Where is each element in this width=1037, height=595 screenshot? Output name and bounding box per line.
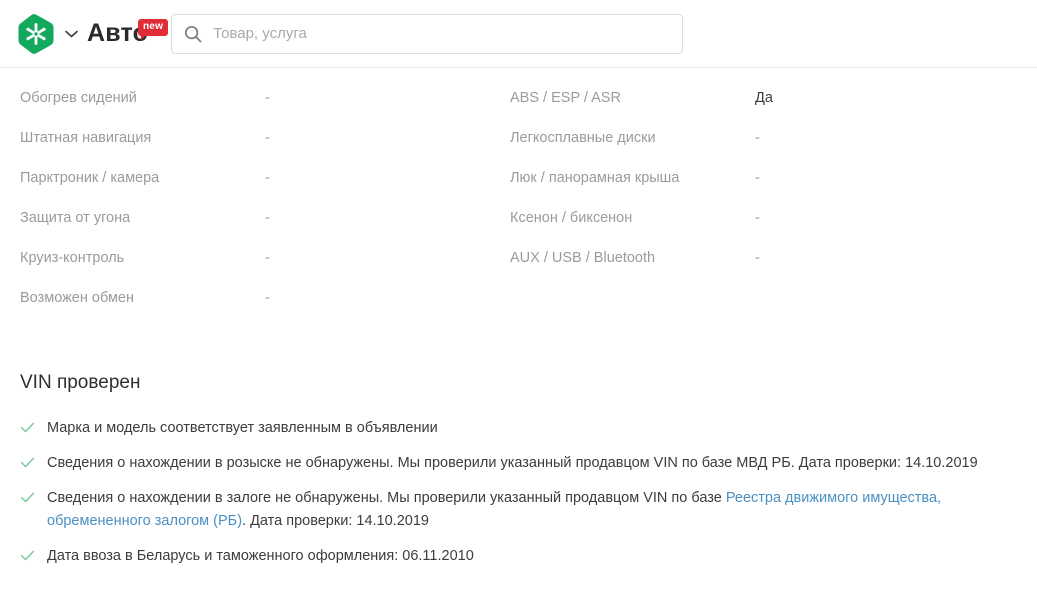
spec-label: ABS / ESP / ASR bbox=[510, 90, 621, 106]
vin-section-title: VIN проверен bbox=[20, 372, 141, 393]
spec-row: Возможен обмен - bbox=[20, 290, 510, 330]
spec-label: Обогрев сидений bbox=[20, 90, 137, 106]
spec-label: Круиз-контроль bbox=[20, 250, 125, 266]
vin-section: VIN проверен Марка и модель соответствуе… bbox=[20, 372, 1017, 568]
spec-label: Возможен обмен bbox=[20, 290, 134, 306]
vin-item-text-pre: Сведения о нахождении в розыске не обнар… bbox=[47, 454, 978, 471]
kufar-hexagon-logo-icon[interactable] bbox=[16, 13, 56, 55]
page-content: Обогрев сидений - Штатная навигация - Па… bbox=[0, 68, 1037, 568]
specs-right-column: ABS / ESP / ASR Да Легкосплавные диски -… bbox=[510, 90, 1010, 330]
spec-label: Штатная навигация bbox=[20, 130, 152, 146]
spec-value: - bbox=[265, 90, 270, 106]
spec-row: Люк / панорамная крыша - bbox=[510, 170, 1010, 210]
chevron-down-icon[interactable] bbox=[61, 24, 81, 44]
spec-row: Обогрев сидений - bbox=[20, 90, 510, 130]
spec-row: AUX / USB / Bluetooth - bbox=[510, 250, 1010, 290]
spec-value: - bbox=[265, 210, 270, 226]
vin-check-list: Марка и модель соответствует заявленным … bbox=[20, 417, 1017, 568]
brand-block[interactable]: Авто new bbox=[16, 13, 169, 55]
spec-value: Да bbox=[755, 90, 773, 106]
spec-label: AUX / USB / Bluetooth bbox=[510, 250, 656, 266]
search-bar[interactable] bbox=[171, 13, 684, 54]
spec-row: Защита от угона - bbox=[20, 210, 510, 250]
vin-item-text-pre: Дата ввоза в Беларусь и таможенного офор… bbox=[47, 547, 474, 564]
check-icon bbox=[20, 422, 35, 433]
site-header: Авто new bbox=[0, 0, 1037, 68]
new-badge: new bbox=[138, 18, 169, 40]
vin-item-text-post: . Дата проверки: 14.10.2019 bbox=[242, 512, 429, 529]
list-item: Сведения о нахождении в залоге не обнару… bbox=[20, 487, 1017, 533]
specs-table: Обогрев сидений - Штатная навигация - Па… bbox=[20, 68, 1017, 330]
specs-left-column: Обогрев сидений - Штатная навигация - Па… bbox=[20, 90, 510, 330]
spec-label: Парктроник / камера bbox=[20, 170, 160, 186]
vin-item-text: Сведения о нахождении в залоге не обнару… bbox=[47, 487, 1007, 533]
check-icon bbox=[20, 457, 35, 468]
spec-value: - bbox=[265, 250, 270, 266]
spec-row: Штатная навигация - bbox=[20, 130, 510, 170]
spec-row: Парктроник / камера - bbox=[20, 170, 510, 210]
spec-label: Защита от угона bbox=[20, 210, 131, 226]
vin-item-text: Сведения о нахождении в розыске не обнар… bbox=[47, 452, 978, 475]
check-icon bbox=[20, 492, 35, 503]
spec-value: - bbox=[265, 130, 270, 146]
search-icon bbox=[185, 25, 202, 42]
spec-value: - bbox=[755, 250, 760, 266]
list-item: Марка и модель соответствует заявленным … bbox=[20, 417, 1017, 440]
spec-row: Круиз-контроль - bbox=[20, 250, 510, 290]
spec-value: - bbox=[755, 130, 760, 146]
spec-row: Ксенон / биксенон - bbox=[510, 210, 1010, 250]
spec-label: Люк / панорамная крыша bbox=[510, 170, 680, 186]
spec-label: Ксенон / биксенон bbox=[510, 210, 633, 226]
vin-item-text-pre: Марка и модель соответствует заявленным … bbox=[47, 419, 438, 436]
spec-row: Легкосплавные диски - bbox=[510, 130, 1010, 170]
check-icon bbox=[20, 550, 35, 561]
spec-value: - bbox=[755, 170, 760, 186]
spec-label: Легкосплавные диски bbox=[510, 130, 656, 146]
vin-item-text: Дата ввоза в Беларусь и таможенного офор… bbox=[47, 545, 474, 568]
list-item: Дата ввоза в Беларусь и таможенного офор… bbox=[20, 545, 1017, 568]
spec-value: - bbox=[755, 210, 760, 226]
vin-item-text: Марка и модель соответствует заявленным … bbox=[47, 417, 438, 440]
list-item: Сведения о нахождении в розыске не обнар… bbox=[20, 452, 1017, 475]
spec-value: - bbox=[265, 290, 270, 306]
search-input[interactable] bbox=[213, 14, 671, 53]
vin-item-text-pre: Сведения о нахождении в залоге не обнару… bbox=[47, 489, 726, 506]
spec-row: ABS / ESP / ASR Да bbox=[510, 90, 1010, 130]
spec-value: - bbox=[265, 170, 270, 186]
